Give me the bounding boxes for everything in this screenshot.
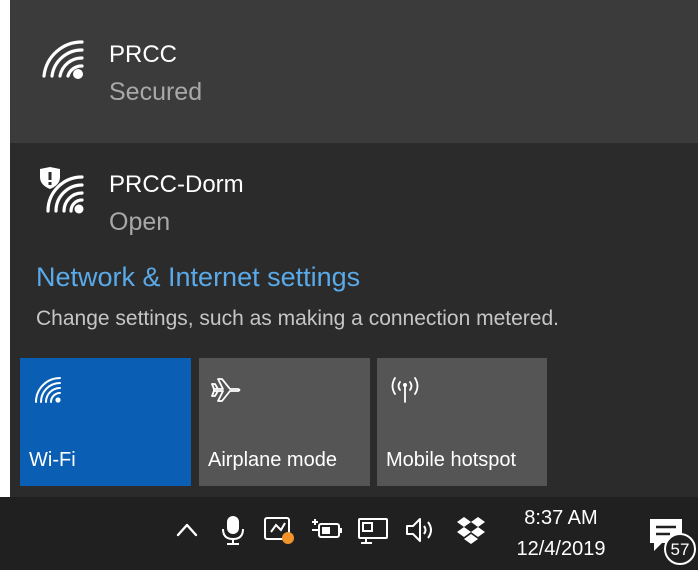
- volume-icon[interactable]: [404, 513, 438, 547]
- airplane-icon: [211, 378, 241, 402]
- tile-label: Mobile hotspot: [386, 449, 517, 471]
- wifi-icon: [35, 377, 61, 403]
- tile-wifi[interactable]: Wi-Fi: [20, 358, 191, 486]
- wifi-open-shield-icon: [40, 167, 84, 214]
- dropbox-icon[interactable]: [454, 513, 488, 547]
- tile-label: Wi-Fi: [29, 449, 76, 471]
- battery-plug-icon[interactable]: [310, 513, 344, 547]
- network-monitor-icon[interactable]: [356, 513, 390, 547]
- taskbar-clock[interactable]: 8:37 AM 12/4/2019: [506, 503, 616, 565]
- network-item-prcc[interactable]: PRCC Secured: [10, 0, 698, 143]
- notification-count-badge: 57: [664, 533, 696, 565]
- clock-time: 8:37 AM: [524, 507, 598, 529]
- network-name: PRCC: [109, 41, 178, 68]
- clock-date: 12/4/2019: [516, 538, 606, 560]
- network-name: PRCC-Dorm: [109, 171, 244, 198]
- chevron-up-icon[interactable]: [170, 513, 204, 547]
- wifi-secured-icon: [42, 40, 84, 79]
- microphone-icon[interactable]: [216, 513, 250, 547]
- tile-label: Airplane mode: [208, 449, 337, 471]
- network-flyout: PRCC Secured PRCC-Dorm Open Network & In…: [10, 0, 698, 497]
- tile-airplane-mode[interactable]: Airplane mode: [199, 358, 370, 486]
- settings-description: Change settings, such as making a connec…: [36, 307, 559, 330]
- network-status: Open: [109, 208, 171, 236]
- network-internet-settings-link[interactable]: Network & Internet settings: [36, 262, 360, 293]
- background-strip: [0, 0, 10, 497]
- hotspot-icon: [391, 377, 419, 403]
- app-tray-icon[interactable]: [262, 513, 296, 547]
- network-status: Secured: [109, 78, 203, 106]
- taskbar: 8:37 AM 12/4/2019 57: [0, 497, 698, 570]
- tile-mobile-hotspot[interactable]: Mobile hotspot: [377, 358, 547, 486]
- network-item-prcc-dorm[interactable]: PRCC-Dorm Open: [10, 143, 698, 253]
